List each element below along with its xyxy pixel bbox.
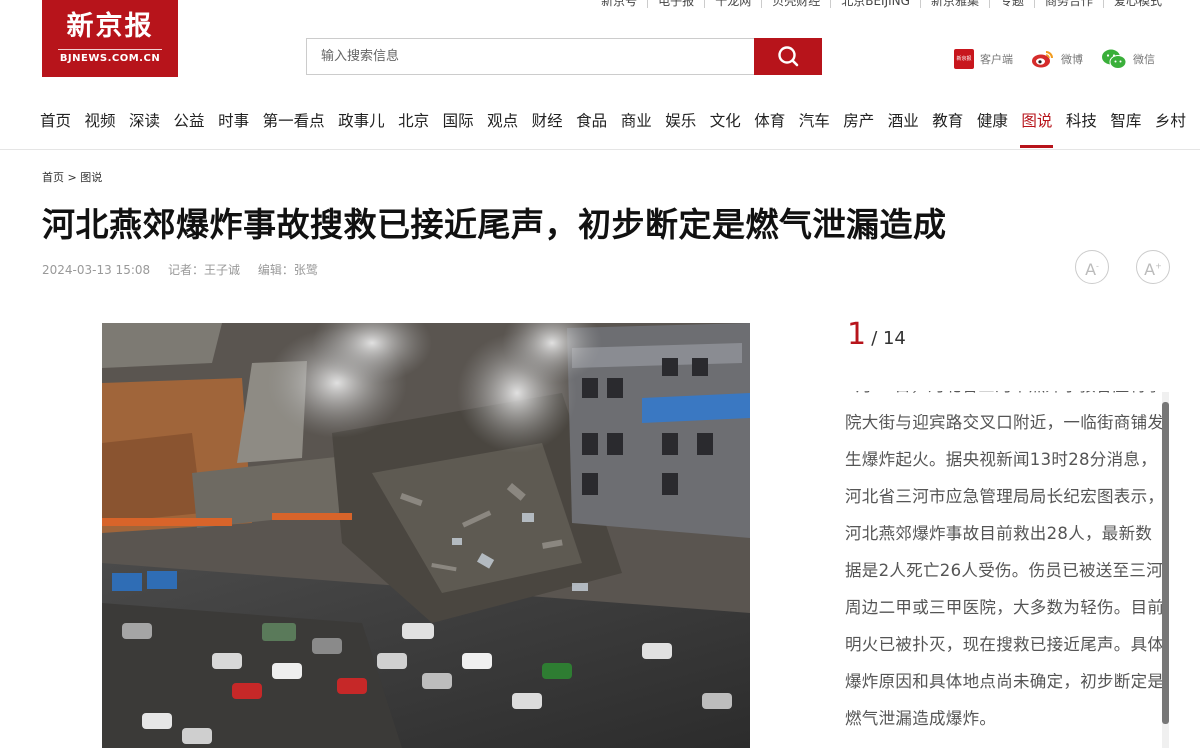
nav-item[interactable]: 体育 — [754, 108, 785, 134]
search-button[interactable] — [754, 38, 822, 75]
top-link[interactable]: 贝壳财经 — [762, 0, 832, 8]
main-nav: 首页 视频 深读 公益 时事 第一看点 政事儿 北京 国际 观点 财经 食品 商业 娱乐 文化 体育 汽车 房产酒… — [40, 108, 1199, 148]
search-input[interactable] — [306, 38, 769, 75]
gallery-caption-text: 3月13日，河北省三河市燕郊小张各庄村学院大街与迎宾路交叉口附近，一临街商铺发生… — [845, 391, 1165, 728]
gallery-counter: 1 / 14 — [847, 317, 906, 352]
nav-item[interactable]: 国际 — [443, 108, 474, 134]
font-increase-button[interactable]: A+ — [1136, 250, 1170, 284]
top-link[interactable]: 商务合作 — [1035, 0, 1104, 8]
weibo-label: 微博 — [1061, 53, 1083, 66]
top-link[interactable]: 电子报 — [648, 0, 706, 8]
wechat-icon — [1102, 49, 1127, 69]
header-divider — [0, 149, 1200, 150]
article-title: 河北燕郊爆炸事故搜救已接近尾声，初步断定是燃气泄漏造成 — [42, 205, 947, 244]
article-datetime: 2024-03-13 15:08 — [42, 263, 151, 277]
nav-item[interactable]: 观点 — [487, 108, 518, 134]
top-link[interactable]: 爱心模式 — [1104, 0, 1172, 8]
nav-item[interactable]: 科技 — [1066, 108, 1097, 134]
top-links: 新京号 电子报 千龙网 贝壳财经 北京BEIJING 新京雅集 专题 商务合作 … — [591, 0, 1172, 8]
article-meta: 2024-03-13 15:08 记者：王子诚 编辑：张鹭 — [42, 261, 332, 278]
nav-item[interactable]: 深读 — [129, 108, 160, 134]
nav-item[interactable]: 食品 — [576, 108, 607, 134]
weibo-link[interactable]: 微博 — [1031, 49, 1083, 69]
breadcrumb-section[interactable]: 图说 — [80, 171, 102, 184]
client-app-link[interactable]: 新京报 客户端 — [954, 49, 1013, 69]
logo-domain: BJNEWS.COM.CN — [58, 49, 162, 64]
nav-item[interactable]: 乡村 — [1155, 108, 1186, 134]
explosion-scene-image — [102, 323, 750, 748]
article-editor: 编辑：张鹭 — [257, 263, 318, 277]
client-app-label: 客户端 — [980, 53, 1013, 66]
article-reporter: 记者：王子诚 — [167, 263, 240, 277]
gallery-photo[interactable] — [102, 323, 750, 748]
nav-item[interactable]: 公益 — [174, 108, 205, 134]
nav-item[interactable]: 汽车 — [799, 108, 830, 134]
gallery-current-index: 1 — [847, 317, 867, 352]
site-logo[interactable]: 新京报 BJNEWS.COM.CN — [42, 0, 178, 77]
breadcrumb: 首页 > 图说 — [42, 169, 102, 185]
logo-mark: 新京报 — [66, 11, 154, 42]
client-app-icon: 新京报 — [954, 49, 974, 69]
nav-item[interactable]: 第一看点 — [263, 108, 325, 134]
top-bar: 新京号 电子报 千龙网 贝壳财经 北京BEIJING 新京雅集 专题 商务合作 … — [0, 0, 1200, 12]
font-decrease-icon: A- — [1085, 260, 1099, 280]
nav-item[interactable]: 商业 — [621, 108, 652, 134]
top-link[interactable]: 新京号 — [591, 0, 649, 8]
breadcrumb-home[interactable]: 首页 — [42, 171, 64, 184]
nav-item[interactable]: 图说 — [1020, 108, 1054, 148]
nav-item[interactable]: 财经 — [532, 108, 563, 134]
app-links: 新京报 客户端 微博 微信 — [954, 48, 1155, 70]
nav-item[interactable]: 教育 — [932, 108, 963, 134]
nav-item[interactable]: 文化 — [710, 108, 741, 134]
top-link[interactable]: 千龙网 — [705, 0, 763, 8]
weibo-icon — [1032, 51, 1053, 68]
nav-item[interactable]: 时事 — [218, 108, 249, 134]
nav-item[interactable]: 房产 — [843, 108, 874, 134]
font-increase-icon: A+ — [1144, 260, 1162, 280]
nav-item[interactable]: 视频 — [85, 108, 116, 134]
search-bar — [306, 38, 822, 75]
nav-item[interactable]: 北京 — [398, 108, 429, 134]
gallery-caption: 3月13日，河北省三河市燕郊小张各庄村学院大街与迎宾路交叉口附近，一临街商铺发生… — [845, 391, 1165, 748]
wechat-link[interactable]: 微信 — [1101, 48, 1155, 70]
gallery-total: / 14 — [871, 328, 906, 349]
nav-item[interactable]: 首页 — [40, 108, 71, 134]
nav-item[interactable]: 智库 — [1110, 108, 1141, 134]
nav-item[interactable]: 政事儿 — [338, 108, 385, 134]
breadcrumb-separator: > — [67, 171, 77, 184]
top-link[interactable]: 专题 — [990, 0, 1035, 8]
top-link[interactable]: 新京雅集 — [921, 0, 990, 8]
caption-scrollbar-thumb[interactable] — [1162, 402, 1169, 724]
search-icon — [778, 46, 799, 67]
wechat-label: 微信 — [1133, 53, 1155, 66]
font-decrease-button[interactable]: A- — [1075, 250, 1109, 284]
caption-scrollbar[interactable] — [1162, 392, 1169, 748]
nav-item[interactable]: 健康 — [977, 108, 1008, 134]
nav-item[interactable]: 酒业 — [888, 108, 919, 134]
top-link[interactable]: 北京BEIJING — [831, 0, 921, 8]
nav-item[interactable]: 娱乐 — [665, 108, 696, 134]
